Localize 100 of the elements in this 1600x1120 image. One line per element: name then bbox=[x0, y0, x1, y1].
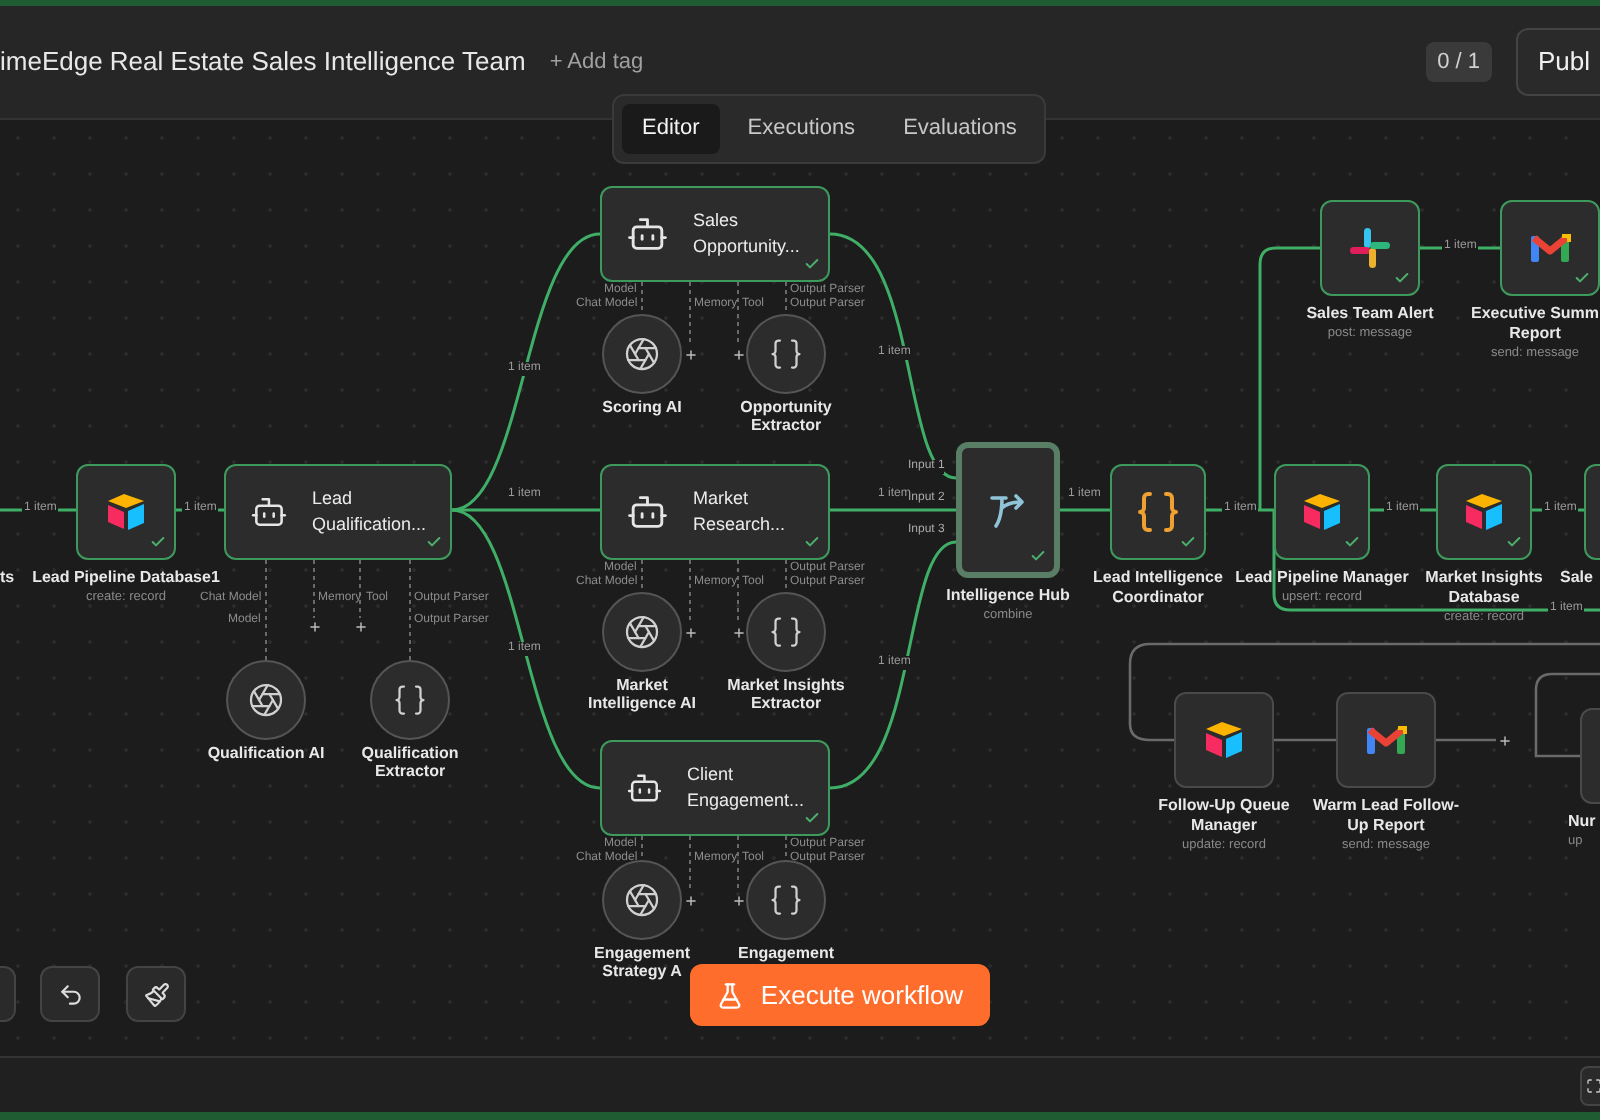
sub-node[interactable] bbox=[746, 592, 826, 672]
connection-line bbox=[265, 559, 267, 661]
sub-node[interactable] bbox=[226, 660, 306, 740]
connection-line bbox=[785, 835, 787, 861]
sub-node-label: Market Insights Extractor bbox=[725, 676, 847, 712]
sub-node[interactable] bbox=[746, 860, 826, 940]
plus-icon[interactable] bbox=[731, 347, 745, 361]
node-label: Lead Pipeline Database1 bbox=[32, 568, 220, 588]
node-label: Lead Intelligence Coordinator bbox=[1091, 568, 1225, 608]
plus-icon[interactable] bbox=[353, 619, 367, 633]
node-label: Lead Pipeline Manager bbox=[1235, 568, 1409, 588]
node-title: Market Research... bbox=[692, 486, 788, 538]
add-tag-link[interactable]: + Add tag bbox=[549, 45, 644, 79]
tidy-button[interactable] bbox=[126, 966, 186, 1022]
connection-line bbox=[0, 508, 76, 512]
undo-icon bbox=[57, 981, 83, 1007]
plus-icon[interactable] bbox=[683, 893, 697, 907]
node-title: Lead Qualification... bbox=[311, 486, 426, 538]
sub-node-label: Engagement bbox=[735, 944, 836, 962]
check-icon bbox=[804, 256, 820, 272]
sub-node[interactable] bbox=[746, 314, 826, 394]
plus-icon[interactable] bbox=[731, 625, 745, 639]
plus-icon[interactable] bbox=[307, 619, 321, 633]
node-label: Market Insights Database bbox=[1423, 568, 1545, 608]
connection-line bbox=[830, 508, 956, 512]
stacked-shapes-logo-icon bbox=[1200, 716, 1248, 764]
connection-line bbox=[1420, 246, 1500, 250]
braces-icon bbox=[768, 614, 804, 650]
node-label: Intelligence Hub bbox=[946, 586, 1070, 606]
hash-logo-icon bbox=[1346, 224, 1394, 272]
aperture-icon bbox=[624, 614, 660, 650]
connection-line bbox=[641, 559, 643, 593]
workflow-title: imeEdge Real Estate Sales Intelligence Team bbox=[0, 44, 526, 81]
node-title: Sales Opportunity... bbox=[692, 208, 802, 260]
stacked-shapes-logo-icon bbox=[102, 488, 150, 536]
check-icon bbox=[1344, 534, 1360, 550]
workflow-node[interactable] bbox=[1110, 464, 1206, 560]
node-label: Sale bbox=[1560, 568, 1593, 588]
workflow-node[interactable] bbox=[956, 442, 1060, 578]
view-tab[interactable]: Evaluations bbox=[883, 104, 1037, 153]
counter-badge: 0 / 1 bbox=[1425, 41, 1492, 83]
connection-line bbox=[785, 559, 787, 593]
view-tab[interactable]: Editor bbox=[622, 104, 720, 153]
agent-node[interactable]: Sales Opportunity... bbox=[600, 186, 830, 282]
connection-line bbox=[409, 559, 411, 661]
connection-line bbox=[313, 559, 315, 619]
workflow-node[interactable] bbox=[1336, 692, 1436, 788]
node-label: Sales Team Alert bbox=[1306, 304, 1434, 324]
connection-line bbox=[737, 281, 739, 347]
undo-button[interactable] bbox=[40, 966, 100, 1022]
braces-icon bbox=[768, 336, 804, 372]
workflow-node[interactable] bbox=[76, 464, 176, 560]
check-icon bbox=[804, 534, 820, 550]
aperture-icon bbox=[248, 682, 284, 718]
braces-icon bbox=[1134, 488, 1182, 536]
check-icon bbox=[426, 534, 442, 550]
aperture-icon bbox=[624, 336, 660, 372]
stacked-shapes-logo-icon bbox=[1460, 488, 1508, 536]
check-icon bbox=[804, 810, 820, 826]
sub-node[interactable] bbox=[602, 860, 682, 940]
workflow-node[interactable] bbox=[1274, 464, 1370, 560]
brush-icon bbox=[143, 981, 169, 1007]
sub-node-label: Qualification AI bbox=[205, 744, 327, 762]
check-icon bbox=[1180, 534, 1196, 550]
plus-icon[interactable] bbox=[731, 893, 745, 907]
agent-node[interactable]: Client Engagement... bbox=[600, 740, 830, 836]
connection-line bbox=[641, 281, 643, 315]
workflow-node[interactable] bbox=[1436, 464, 1532, 560]
workflow-node[interactable] bbox=[1500, 200, 1600, 296]
agent-node[interactable]: Market Research... bbox=[600, 464, 830, 560]
sub-node[interactable] bbox=[370, 660, 450, 740]
view-tab[interactable]: Executions bbox=[727, 104, 876, 153]
node-label: Executive Summ Report bbox=[1470, 304, 1600, 344]
workflow-node[interactable] bbox=[1320, 200, 1420, 296]
connection-line bbox=[641, 835, 643, 861]
connection-line bbox=[1060, 508, 1110, 512]
check-icon bbox=[1394, 270, 1410, 286]
aperture-icon bbox=[624, 882, 660, 918]
braces-icon bbox=[768, 882, 804, 918]
node-title: Client Engagement... bbox=[686, 762, 804, 814]
check-icon bbox=[150, 534, 166, 550]
plus-icon[interactable] bbox=[683, 625, 697, 639]
check-icon bbox=[1030, 548, 1046, 564]
sub-node-label: Engagement Strategy A bbox=[591, 944, 692, 980]
sub-node-label: Qualification Extractor bbox=[359, 744, 461, 780]
connection-line bbox=[689, 281, 691, 347]
sub-node[interactable] bbox=[602, 592, 682, 672]
plus-icon[interactable] bbox=[1498, 733, 1512, 747]
connection-line bbox=[737, 559, 739, 625]
publish-button[interactable]: Publ bbox=[1515, 28, 1600, 96]
plus-icon[interactable] bbox=[683, 347, 697, 361]
sub-node-label: Market Intelligence AI bbox=[586, 676, 698, 712]
sub-node[interactable] bbox=[602, 314, 682, 394]
node-label: ts bbox=[0, 568, 15, 588]
stacked-shapes-logo-icon bbox=[1298, 488, 1346, 536]
node-label: Follow-Up Queue Manager bbox=[1156, 796, 1292, 836]
agent-node[interactable]: Lead Qualification... bbox=[224, 464, 452, 560]
check-icon bbox=[1574, 270, 1590, 286]
sub-node-label: Scoring AI bbox=[600, 398, 684, 416]
workflow-node[interactable] bbox=[1174, 692, 1274, 788]
